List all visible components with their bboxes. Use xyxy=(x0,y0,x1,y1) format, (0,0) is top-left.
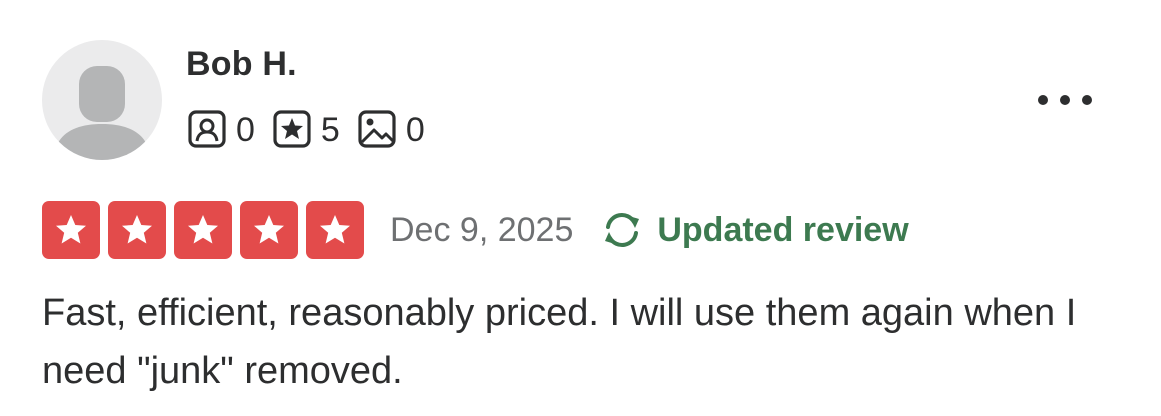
user-silhouette-icon xyxy=(54,66,150,160)
rating-star xyxy=(174,201,232,259)
stat-stars-value: 5 xyxy=(320,111,340,149)
user-name[interactable]: Bob H. xyxy=(186,42,297,86)
star-icon xyxy=(254,215,284,244)
star-icon xyxy=(122,215,152,244)
stat-reviews-value: 0 xyxy=(236,111,255,149)
more-options-button[interactable] xyxy=(1028,80,1102,120)
rating-star xyxy=(108,201,166,259)
photo-count-icon xyxy=(356,108,400,152)
review-text: Fast, efficient, reasonably priced. I wi… xyxy=(42,292,1077,392)
rating-row: Dec 9, 2025 Updated review xyxy=(42,200,909,260)
stat-reviews: 0 xyxy=(186,108,255,152)
rating-star xyxy=(306,201,364,259)
star-rating xyxy=(42,201,364,259)
more-options-icon xyxy=(1038,95,1092,105)
star-count-icon xyxy=(271,108,315,152)
star-icon xyxy=(188,215,218,244)
updated-review-label: Updated review xyxy=(657,211,909,249)
stat-photos: 0 xyxy=(356,108,425,152)
review-count-icon xyxy=(186,108,230,152)
updated-review-link[interactable]: Updated review xyxy=(599,207,909,253)
stat-stars: 5 xyxy=(271,108,340,152)
star-icon xyxy=(320,215,350,244)
refresh-icon xyxy=(599,207,645,253)
stat-photos-value: 0 xyxy=(405,111,425,149)
rating-star xyxy=(42,201,100,259)
rating-star xyxy=(240,201,298,259)
avatar[interactable] xyxy=(42,40,162,160)
user-stats: 0 5 0 xyxy=(186,108,441,152)
star-icon xyxy=(56,215,86,244)
review-date: Dec 9, 2025 xyxy=(390,211,574,249)
review-card: Bob H. 0 5 0 Dec 9, 2025 Updated review … xyxy=(0,0,1161,416)
